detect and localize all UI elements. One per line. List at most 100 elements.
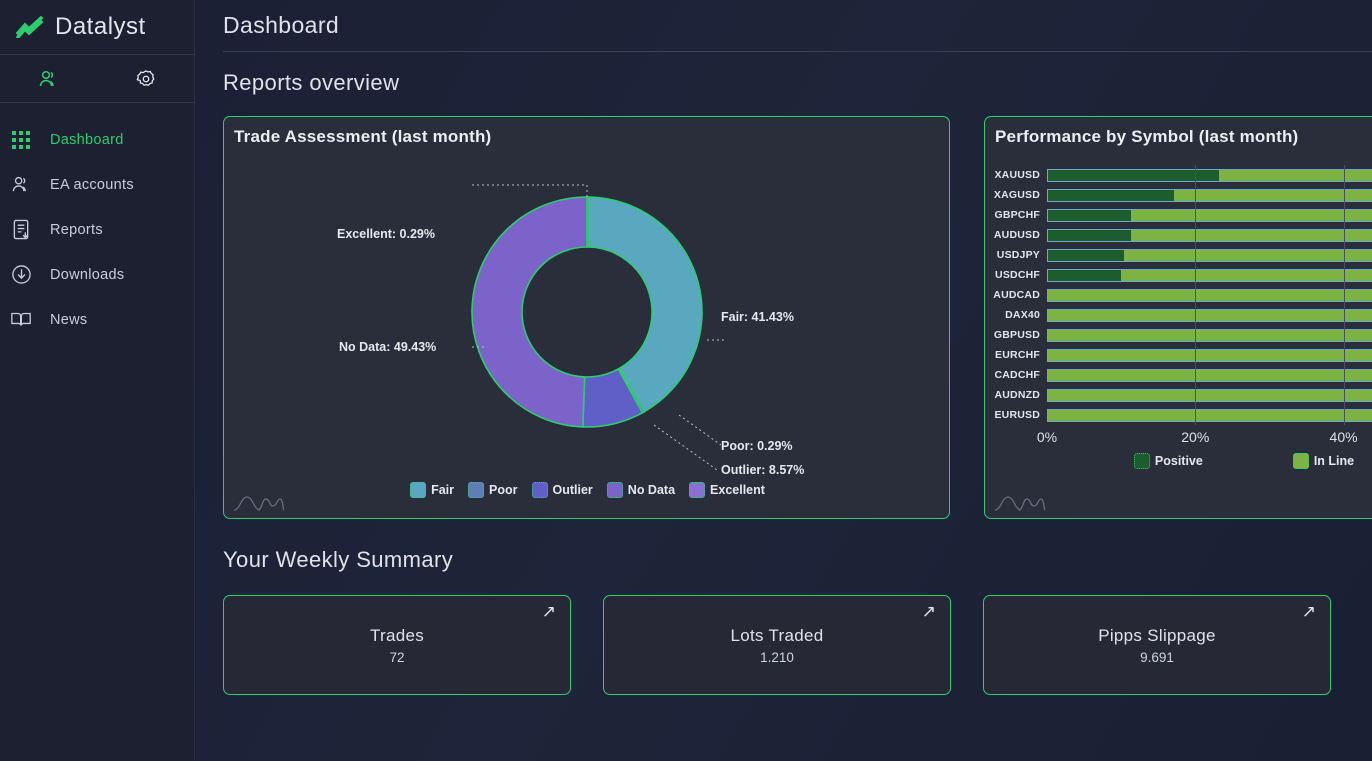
donut-label-poor: Poor: 0.29% — [721, 439, 793, 453]
legend-label: In Line — [1314, 454, 1354, 468]
external-link-arrow-icon[interactable]: ↗ — [922, 602, 936, 622]
report-icon-glyph — [12, 219, 31, 240]
bar-category-label: CADCHF — [985, 369, 1047, 381]
bar-track — [1047, 289, 1372, 302]
section-title-reports: Reports overview — [223, 70, 1372, 96]
bar-segment-in-line — [1048, 370, 1372, 381]
summary-card-title: Trades — [370, 626, 424, 646]
bar-legend: Positive In Line — [985, 453, 1372, 469]
bar-row[interactable]: AUDNZD — [985, 385, 1372, 405]
bar-row[interactable]: XAGUSD — [985, 185, 1372, 205]
donut-chart: Excellent: 0.29% Fair: 41.43% Poor: 0.29… — [224, 147, 951, 477]
x-axis-tick: 0% — [1037, 429, 1057, 445]
sidebar-item-news[interactable]: News — [0, 297, 194, 342]
bar-category-label: AUDCAD — [985, 289, 1047, 301]
bar-legend-item[interactable]: In Line — [1293, 453, 1354, 469]
legend-swatch — [410, 482, 426, 498]
bar-row[interactable]: AUDUSD — [985, 225, 1372, 245]
bar-rows: XAUUSD XAGUSD GBPCHF AUDUSDUSDJPY USDCHF AUDC… — [985, 165, 1372, 425]
bar-row[interactable]: CADCHF — [985, 365, 1372, 385]
brand-logo[interactable]: Datalyst — [0, 0, 194, 55]
bar-category-label: XAGUSD — [985, 189, 1047, 201]
bar-segment-positive — [1048, 170, 1219, 181]
book-icon-glyph — [10, 310, 32, 329]
summary-card[interactable]: ↗Pipps Slippage9.691 — [983, 595, 1331, 695]
external-link-arrow-icon[interactable]: ↗ — [1302, 602, 1316, 622]
legend-label: Fair — [431, 483, 454, 497]
summary-card[interactable]: ↗Lots Traded1.210 — [603, 595, 951, 695]
bar-x-axis: 0%20%40% — [1047, 425, 1372, 451]
summary-card-value: 72 — [389, 650, 404, 665]
download-icon-glyph — [11, 264, 32, 285]
sidebar-item-ea-accounts[interactable]: EA accounts — [0, 162, 194, 207]
gridline — [1195, 165, 1196, 425]
bar-row[interactable]: AUDCAD — [985, 285, 1372, 305]
legend-swatch — [1293, 453, 1309, 469]
donut-legend-item[interactable]: No Data — [607, 482, 675, 498]
legend-label: No Data — [628, 483, 675, 497]
gear-icon-glyph — [135, 68, 157, 90]
bar-row[interactable]: GBPUSD — [985, 325, 1372, 345]
donut-legend: Fair Poor Outlier No Data Excellent — [224, 482, 951, 498]
bar-segment-in-line — [1121, 270, 1372, 281]
bar-row[interactable]: GBPCHF — [985, 205, 1372, 225]
section-title-weekly-summary: Your Weekly Summary — [223, 547, 1372, 573]
report-icon — [6, 219, 36, 240]
bar-category-label: GBPCHF — [985, 209, 1047, 221]
bar-row[interactable]: EURUSD — [985, 405, 1372, 425]
donut-label-outlier: Outlier: 8.57% — [721, 463, 804, 477]
sidebar-item-label: Reports — [50, 222, 103, 238]
donut-legend-item[interactable]: Poor — [468, 482, 517, 498]
x-axis-tick: 40% — [1330, 429, 1358, 445]
summary-cards-row: ↗ Trades 72 ↗Lots Traded1.210 ↗Pipps Slippag… — [223, 595, 1372, 695]
bar-category-label: EURCHF — [985, 349, 1047, 361]
sidebar-item-dashboard[interactable]: Dashboard — [0, 117, 194, 162]
bar-segment-in-line — [1048, 290, 1372, 301]
bar-row[interactable]: EURCHF — [985, 345, 1372, 365]
sidebar-item-downloads[interactable]: Downloads — [0, 252, 194, 297]
sidebar: Datalyst — [0, 0, 195, 761]
bar-track — [1047, 329, 1372, 342]
bar-row[interactable]: USDJPY — [985, 245, 1372, 265]
sidebar-item-label: Dashboard — [50, 132, 124, 148]
donut-slice-no-data[interactable] — [472, 197, 587, 427]
bar-track — [1047, 309, 1372, 322]
bar-legend-item[interactable]: Positive — [1134, 453, 1203, 469]
legend-swatch — [532, 482, 548, 498]
card-watermark-icon — [994, 492, 1046, 514]
bar-row[interactable]: USDCHF — [985, 265, 1372, 285]
summary-card[interactable]: ↗ Trades 72 — [223, 595, 571, 695]
bar-chart: XAUUSD XAGUSD GBPCHF AUDUSDUSDJPY USDCHF AUDC… — [985, 147, 1372, 469]
sidebar-item-reports[interactable]: Reports — [0, 207, 194, 252]
bar-segment-positive — [1048, 190, 1174, 201]
trade-assessment-card: Trade Assessment (last month) Excellent:… — [223, 116, 950, 519]
external-link-arrow-icon[interactable]: ↗ — [542, 602, 556, 622]
legend-swatch — [689, 482, 705, 498]
bar-segment-positive — [1048, 210, 1131, 221]
donut-legend-item[interactable]: Fair — [410, 482, 454, 498]
bar-track — [1047, 389, 1372, 402]
legend-label: Outlier — [553, 483, 593, 497]
users-icon[interactable] — [0, 69, 97, 89]
donut-label-excellent: Excellent: 0.29% — [337, 227, 435, 241]
users-icon-glyph — [11, 175, 32, 194]
download-icon — [6, 264, 36, 285]
gear-icon[interactable] — [97, 68, 194, 90]
legend-label: Excellent — [710, 483, 765, 497]
bar-track — [1047, 169, 1372, 182]
sidebar-item-label: Downloads — [50, 267, 124, 283]
donut-legend-item[interactable]: Outlier — [532, 482, 593, 498]
bar-track — [1047, 409, 1372, 422]
app-root: Datalyst — [0, 0, 1372, 761]
donut-legend-item[interactable]: Excellent — [689, 482, 765, 498]
bar-track — [1047, 349, 1372, 362]
bar-row[interactable]: XAUUSD — [985, 165, 1372, 185]
legend-swatch — [607, 482, 623, 498]
grid-dots-icon — [6, 131, 36, 149]
bar-segment-in-line — [1048, 310, 1372, 321]
chart-title: Performance by Symbol (last month) — [985, 117, 1372, 147]
users-icon-glyph — [38, 69, 60, 89]
bar-segment-positive — [1048, 250, 1124, 261]
bar-row[interactable]: DAX40 — [985, 305, 1372, 325]
bar-category-label: USDCHF — [985, 269, 1047, 281]
